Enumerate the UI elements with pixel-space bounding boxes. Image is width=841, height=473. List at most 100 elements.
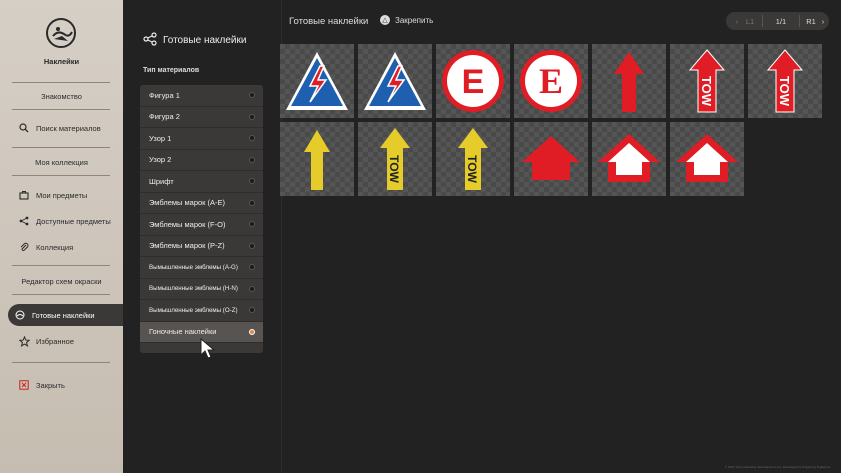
sticker-lightning-warning-1[interactable] [280,44,354,118]
category-item[interactable]: Узор 2 [140,150,263,171]
sticker-yellow-arrow-graphic [304,130,330,190]
sidebar: Наклейки Знакомство Поиск материалов Моя… [0,0,123,473]
sticker-red-arrow[interactable] [592,44,666,118]
sticker-lightning-warning-2[interactable] [358,44,432,118]
panel-header: Готовые наклейки [143,31,273,49]
nav-intro[interactable]: Знакомство [0,92,123,101]
radio-indicator-icon [249,113,255,120]
category-list: Фигура 1 Фигура 2 Узор 1 Узор 2 Шрифт Эмблемы… [140,85,263,353]
sticker-yellow-tow-arrow-2[interactable]: TOW [436,122,510,196]
section-my-collection: Моя коллекция [35,158,88,167]
nav-my-items[interactable]: Мои предметы [12,186,116,204]
category-item[interactable]: Фигура 1 [140,85,263,107]
sticker-red-chevron[interactable] [514,122,588,196]
svg-text:TOW: TOW [699,76,714,107]
chevron-left-icon[interactable]: ‹ [732,17,742,26]
pin-button[interactable]: △ Закрепить [380,15,433,25]
category-item[interactable]: Эмблемы марок (A-E) [140,193,263,214]
radio-indicator-icon [249,221,255,228]
category-item[interactable]: Узор 1 [140,128,263,150]
category-label: Эмблемы марок (F-O) [149,219,226,229]
radio-indicator-icon [249,285,255,292]
category-item[interactable]: Эмблемы марок (P-Z) [140,236,263,257]
category-item[interactable]: Фигура 2 [140,107,263,128]
star-icon [18,335,30,347]
radio-indicator-icon [249,242,255,249]
nav-close[interactable]: Закрыть [12,376,116,394]
category-item[interactable]: Шрифт [140,171,263,193]
sticker-e-circle-1-graphic: E [442,50,504,112]
share-icon [18,215,30,227]
nav-label: Коллекция [36,242,74,252]
svg-text:E: E [462,63,485,101]
pin-label: Закрепить [395,15,434,25]
sticker-e-circle-1[interactable]: E [436,44,510,118]
app-label: Наклейки [43,57,80,66]
radio-indicator-icon [249,328,255,335]
svg-text:TOW: TOW [777,76,792,107]
sticker-red-tow-arrow-2-graphic: TOW [766,49,804,113]
copyright: © 2021 Sony Interactive Entertainment In… [724,465,831,469]
divider [12,362,110,363]
divider [12,109,110,110]
category-item[interactable]: Вымышленные эмблемы (O-Z) [140,300,263,322]
nav-available-items[interactable]: Доступные предметы [12,212,116,230]
radio-indicator-icon [249,156,255,163]
category-label: Фигура 2 [149,112,180,122]
radio-indicator-icon [249,92,255,99]
sticker-lightning-warning-1-graphic [286,52,348,110]
sticker-red-white-chevron-2[interactable] [670,122,744,196]
radio-indicator-icon [249,199,255,206]
chevron-right-icon[interactable]: › [818,17,828,26]
nav-ready-stickers[interactable]: Готовые наклейки [8,304,123,326]
radio-indicator-icon [249,264,255,271]
pager-prev-label[interactable]: L1 [742,17,758,26]
sticker-red-tow-arrow-1-graphic: TOW [688,49,726,113]
category-label: Гоночные наклейки [149,327,217,337]
content-title: Готовые наклейки [289,16,369,27]
sticker-yellow-tow-arrow-1-graphic: TOW [380,128,410,190]
sticker-icon [14,309,26,321]
category-item[interactable]: Вымышленные эмблемы (H-N) [140,279,263,300]
cursor-icon [200,338,216,359]
nav-favorites[interactable]: Избранное [12,332,116,350]
share-icon [143,31,157,49]
category-item[interactable]: Эмблемы марок (F-O) [140,214,263,236]
sticker-red-tow-arrow-2[interactable]: TOW [748,44,822,118]
category-label: Шрифт [149,176,174,186]
divider [762,15,763,27]
category-label: Узор 2 [149,155,172,165]
close-icon [18,379,30,391]
category-label: Фигура 1 [149,90,180,100]
sticker-red-white-chevron-1-graphic [598,134,660,182]
category-label: Узор 1 [149,133,172,143]
divider [12,175,110,176]
divider [12,294,110,295]
sticker-yellow-tow-arrow-1[interactable]: TOW [358,122,432,196]
svg-text:TOW: TOW [387,155,401,183]
pager: ‹ L1 1/1 R1 › [726,12,829,30]
category-label: Эмблемы марок (P-Z) [149,241,225,251]
search-icon [18,122,30,134]
nav-label: Избранное [36,336,75,346]
nav-label: Закрыть [36,380,65,390]
sticker-red-tow-arrow-1[interactable]: TOW [670,44,744,118]
sticker-yellow-arrow[interactable] [280,122,354,196]
pager-next-label[interactable]: R1 [804,17,818,26]
nav-label: Поиск материалов [36,123,101,133]
nav-search-materials[interactable]: Поиск материалов [12,119,116,137]
divider [12,265,110,266]
nav-collection[interactable]: Коллекция [12,238,116,256]
sticker-red-white-chevron-1[interactable] [592,122,666,196]
radio-indicator-icon [249,135,255,142]
radio-indicator-icon [249,178,255,185]
sticker-e-circle-2-graphic: E [520,50,582,112]
radio-indicator-icon [249,307,255,314]
nav-label: Доступные предметы [36,216,111,226]
sticker-yellow-tow-arrow-2-graphic: TOW [458,128,488,190]
sticker-e-circle-2[interactable]: E [514,44,588,118]
sticker-red-white-chevron-2-graphic [676,134,738,182]
nav-label: Мои предметы [36,190,88,200]
category-label: Вымышленные эмблемы (O-Z) [149,306,238,314]
category-item[interactable]: Вымышленные эмблемы (A-G) [140,257,263,279]
